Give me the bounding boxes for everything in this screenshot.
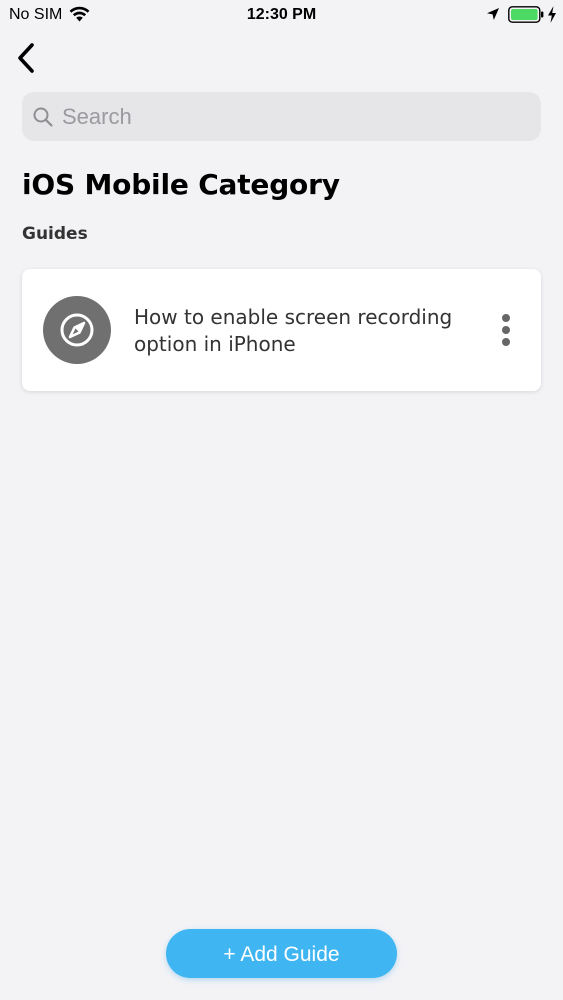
guide-title: How to enable screen recording option in…: [134, 305, 453, 356]
guide-card[interactable]: How to enable screen recording option in…: [22, 269, 541, 391]
battery-icon: [508, 6, 544, 23]
more-dot-icon: [502, 314, 510, 322]
charging-bolt-icon: [548, 6, 556, 23]
status-bar: No SIM 12:30 PM: [0, 0, 563, 30]
more-dot-icon: [502, 326, 510, 334]
location-arrow-icon: [487, 8, 499, 20]
back-button[interactable]: [12, 40, 44, 76]
section-title-guides: Guides: [22, 224, 88, 244]
search-bar[interactable]: [22, 92, 541, 141]
more-dot-icon: [502, 338, 510, 346]
guide-avatar: [43, 296, 111, 364]
search-input[interactable]: [62, 92, 522, 141]
search-icon: [33, 107, 53, 127]
clock: 12:30 PM: [246, 6, 317, 23]
page-title: iOS Mobile Category: [22, 168, 340, 201]
compass-icon: [60, 313, 94, 347]
add-guide-button[interactable]: + Add Guide: [166, 929, 397, 978]
more-options-button[interactable]: [494, 312, 518, 348]
chevron-left-icon: [18, 43, 34, 73]
